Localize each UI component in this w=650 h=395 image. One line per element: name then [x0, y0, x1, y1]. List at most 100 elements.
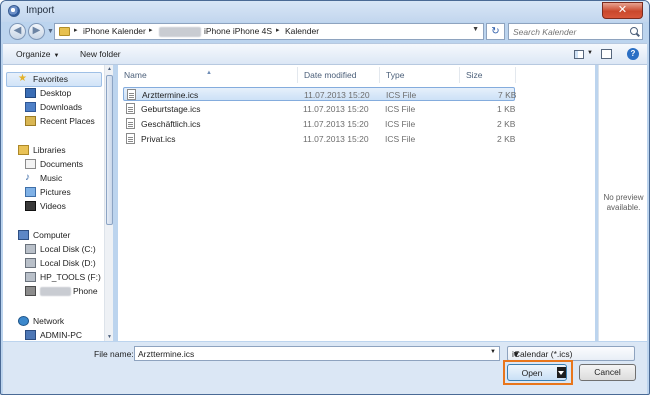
sidebar-item-label: Documents [40, 159, 83, 169]
breadcrumb-device[interactable]: iPhone iPhone 4S [204, 26, 272, 36]
import-dialog: Import ✕ ◀ ▶ ▼ ▸ iPhone Kalender ▸ iPhon… [0, 0, 650, 395]
sidebar-item-libraries[interactable]: Libraries [18, 144, 103, 157]
sidebar-item-pictures[interactable]: Pictures [25, 186, 103, 199]
preview-message: No preview available. [599, 193, 648, 213]
column-header-date[interactable]: Date modified [298, 67, 380, 83]
back-button[interactable]: ◀ [9, 23, 26, 40]
new-folder-button[interactable]: New folder [80, 49, 121, 59]
breadcrumb-separator[interactable]: ▸ [149, 26, 153, 34]
scroll-down-arrow-icon[interactable]: ▼ [106, 334, 113, 340]
file-row[interactable]: Privat.ics 11.07.2013 15:20 ICS File 2 K… [123, 132, 515, 146]
sidebar-item-videos[interactable]: Videos [25, 200, 103, 213]
change-view-icon[interactable] [574, 50, 584, 59]
hard-disk-icon [25, 272, 36, 282]
sidebar-item-computer[interactable]: Computer [18, 229, 103, 242]
file-date: 11.07.2013 15:20 [303, 119, 369, 129]
sidebar-item-local-disk-c[interactable]: Local Disk (C:) [25, 243, 103, 256]
window-title: Import [26, 5, 55, 16]
file-type: ICS File [385, 134, 416, 144]
sidebar-item-music[interactable]: ♪ Music [25, 172, 103, 185]
file-name-input[interactable] [138, 348, 478, 360]
toolbar: Organize ▼ New folder ▼ ? [3, 43, 647, 65]
column-header-type[interactable]: Type [380, 67, 460, 83]
file-row[interactable]: Geschäftlich.ics 11.07.2013 15:20 ICS Fi… [123, 117, 515, 131]
file-icon [126, 118, 135, 129]
sidebar-item-recent-places[interactable]: Recent Places [25, 115, 103, 128]
preview-pane-icon[interactable] [601, 49, 612, 59]
file-date: 11.07.2013 15:20 [303, 104, 369, 114]
file-date: 11.07.2013 15:20 [304, 90, 370, 100]
file-name: Arzttermine.ics [142, 90, 199, 100]
sidebar-item-label: HP_TOOLS (F:) [40, 272, 101, 282]
file-row[interactable]: Arzttermine.ics 11.07.2013 15:20 ICS Fil… [123, 87, 516, 101]
file-type: ICS File [385, 119, 416, 129]
file-name-field[interactable]: ▼ [134, 346, 500, 361]
breadcrumb-kalender[interactable]: Kalender [285, 26, 319, 36]
sidebar-item-documents[interactable]: Documents [25, 158, 103, 171]
preview-pane: No preview available. [598, 65, 647, 341]
search-input[interactable] [513, 25, 623, 38]
music-icon: ♪ [25, 172, 30, 183]
close-button[interactable]: ✕ [602, 2, 643, 19]
desktop-icon [25, 88, 36, 98]
refresh-button[interactable]: ↻ [486, 23, 505, 40]
file-icon [126, 103, 135, 114]
sidebar-item-label: ADMIN-PC [40, 330, 83, 340]
recent-locations-chevron-icon[interactable]: ▼ [47, 28, 54, 35]
sidebar-item-label: Phone [73, 286, 98, 296]
hard-disk-icon [25, 244, 36, 254]
computer-icon [18, 230, 29, 240]
column-header-name[interactable]: Name ▲ [118, 67, 298, 83]
sidebar-scrollbar[interactable]: ▲ ▼ [104, 65, 113, 341]
help-button[interactable]: ? [627, 48, 639, 60]
breadcrumb-iphone-kalender[interactable]: iPhone Kalender [83, 26, 146, 36]
sidebar-item-local-disk-d[interactable]: Local Disk (D:) [25, 257, 103, 270]
address-dropdown-icon[interactable]: ▼ [472, 26, 479, 33]
documents-icon [25, 159, 36, 169]
cancel-button[interactable]: Cancel [579, 364, 636, 381]
sidebar-item-network[interactable]: Network [18, 315, 103, 328]
file-name-label: File name: [94, 349, 134, 359]
star-icon: ★ [18, 73, 27, 84]
sidebar-item-hp-tools[interactable]: HP_TOOLS (F:) [25, 271, 103, 284]
title-bar: Import ✕ [1, 1, 649, 22]
file-icon [127, 89, 136, 100]
breadcrumb-separator[interactable]: ▸ [74, 26, 78, 34]
recent-places-icon [25, 116, 36, 126]
network-computer-icon [25, 330, 36, 340]
file-type-select[interactable]: iCalendar (*.ics) ▼ [507, 346, 635, 361]
library-icon [18, 145, 29, 155]
sidebar-item-label: Computer [33, 230, 71, 240]
sidebar-item-label: Videos [40, 201, 66, 211]
breadcrumb-separator[interactable]: ▸ [276, 26, 280, 34]
open-button[interactable]: Open [507, 364, 567, 381]
network-icon [18, 316, 29, 326]
organize-label: Organize [16, 49, 51, 59]
open-options-dropdown-icon[interactable] [557, 367, 566, 378]
file-row[interactable]: Geburtstage.ics 11.07.2013 15:20 ICS Fil… [123, 102, 515, 116]
scroll-up-arrow-icon[interactable]: ▲ [106, 66, 113, 72]
file-name: Geburtstage.ics [141, 104, 201, 114]
view-options-chevron-icon[interactable]: ▼ [587, 50, 593, 56]
sidebar-item-desktop[interactable]: Desktop [25, 87, 103, 100]
sidebar-item-downloads[interactable]: Downloads [25, 101, 103, 114]
sidebar-item-phone[interactable]: Phone [25, 285, 103, 298]
organize-button[interactable]: Organize ▼ [16, 49, 59, 59]
scrollbar-thumb[interactable] [106, 75, 113, 225]
file-type-dropdown-icon: ▼ [512, 349, 521, 359]
dialog-footer: File name: ▼ iCalendar (*.ics) ▼ Open Ca… [3, 342, 647, 394]
phone-icon [25, 286, 36, 296]
sidebar-item-label: Local Disk (D:) [40, 258, 96, 268]
search-icon[interactable] [630, 27, 638, 35]
app-icon [8, 5, 20, 17]
sidebar-item-admin-pc[interactable]: ADMIN-PC [25, 329, 103, 341]
address-bar[interactable]: ▸ iPhone Kalender ▸ iPhone iPhone 4S ▸ K… [54, 23, 484, 40]
forward-button[interactable]: ▶ [28, 23, 45, 40]
file-type: ICS File [386, 90, 417, 100]
file-list: Name ▲ Date modified Type Size Arzttermi… [118, 65, 595, 341]
sort-ascending-icon: ▲ [206, 70, 212, 76]
search-box[interactable] [508, 23, 643, 40]
column-header-size[interactable]: Size [460, 67, 516, 83]
file-name-dropdown-icon[interactable]: ▼ [490, 349, 496, 355]
sidebar-item-favorites[interactable]: ★ Favorites [18, 73, 103, 86]
